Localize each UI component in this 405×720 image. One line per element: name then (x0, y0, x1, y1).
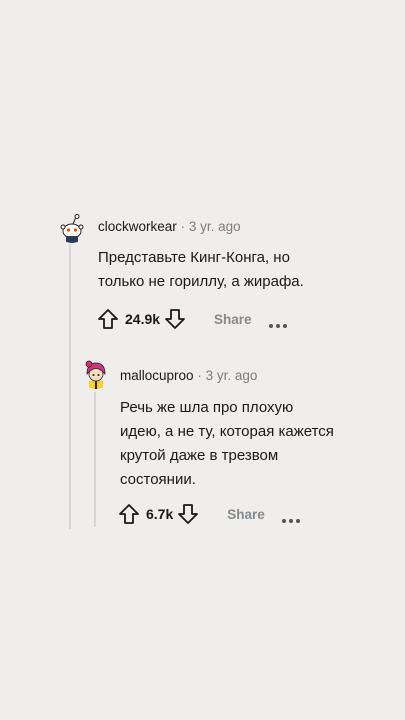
comment-actions: 6.7k Share (118, 501, 301, 527)
comment-meta: clockworkear · 3 yr. ago (98, 219, 241, 234)
author-name[interactable]: clockworkear (98, 219, 177, 234)
downvote-icon[interactable] (177, 503, 199, 525)
timestamp: 3 yr. ago (205, 368, 258, 383)
more-options-icon[interactable] (281, 511, 301, 523)
comment-text-line: только не гориллу, а жирафа. (98, 273, 304, 290)
author-name[interactable]: mallocuproo (120, 368, 194, 383)
comment-text-line: состоянии. (120, 471, 196, 488)
upvote-icon[interactable] (118, 503, 140, 525)
snoo-avatar-icon[interactable] (56, 211, 88, 243)
comment-text-line: крутой даже в трезвом (120, 447, 279, 464)
comment-actions: 24.9k Share (97, 306, 288, 332)
more-options-icon[interactable] (268, 316, 288, 328)
share-button[interactable]: Share (227, 507, 265, 522)
upvote-icon[interactable] (97, 308, 119, 330)
downvote-icon[interactable] (164, 308, 186, 330)
thread-line-2[interactable] (94, 392, 96, 527)
comment-body: Речь же шла про плохую идею, а не ту, ко… (120, 396, 334, 492)
comment-text-line: Речь же шла про плохую (120, 399, 294, 416)
vote-count: 6.7k (146, 506, 174, 522)
comment-body: Представьте Кинг-Конга, но только не гор… (98, 246, 304, 294)
comment-meta: mallocuproo · 3 yr. ago (120, 368, 257, 383)
vote-count: 24.9k (125, 311, 161, 327)
meta-separator: · (180, 219, 186, 234)
timestamp: 3 yr. ago (188, 219, 241, 234)
pink-hair-avatar-icon[interactable] (80, 357, 112, 389)
comment-text-line: идею, а не ту, которая кажется (120, 423, 334, 440)
share-button[interactable]: Share (214, 312, 252, 327)
meta-separator: · (197, 368, 202, 383)
comment-text-line: Представьте Кинг-Конга, но (98, 249, 290, 266)
thread-line-1[interactable] (69, 244, 71, 529)
